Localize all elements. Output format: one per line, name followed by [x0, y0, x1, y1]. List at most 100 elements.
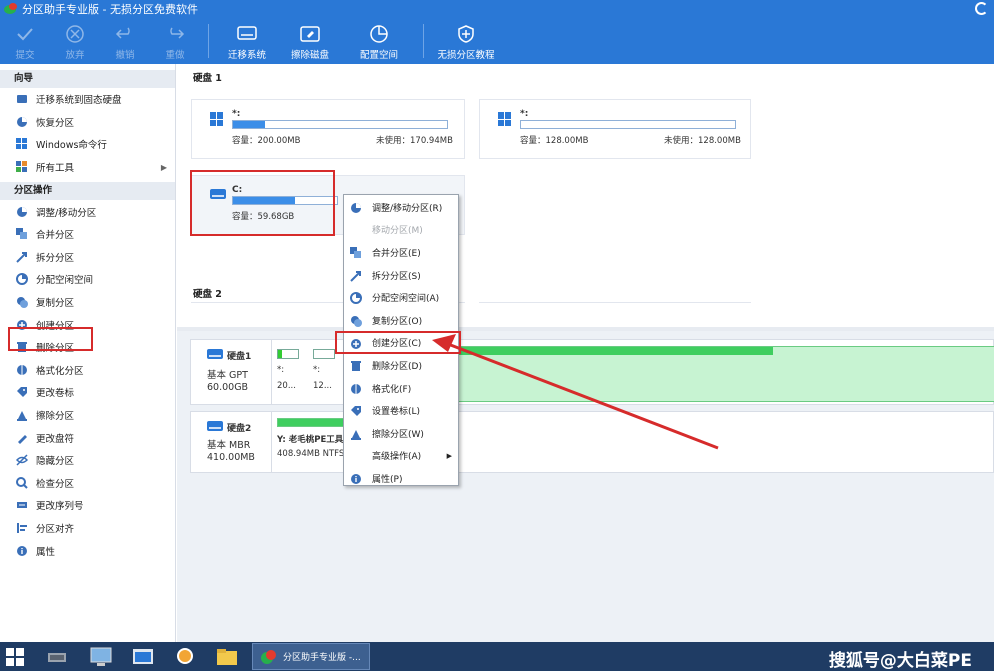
tutorial-icon [455, 24, 477, 44]
check-partition-icon [16, 476, 28, 489]
submit-button[interactable]: 提交 [0, 18, 50, 64]
drive-letter: *: [232, 109, 241, 119]
menu-item-item-11[interactable]: 高级操作(A) ▶ [344, 445, 458, 468]
sidebar-item-info[interactable]: 属性 [0, 539, 175, 562]
sidebar-item-label: 分配空闲空间 [36, 275, 94, 287]
menu-item-label: 合并分区(E) [372, 248, 421, 259]
segment-bar [277, 349, 299, 359]
discard-button[interactable]: 放弃 [50, 18, 100, 64]
sidebar-item-label: 擦除分区 [36, 411, 75, 423]
allocate-space-icon [368, 24, 390, 44]
sidebar-item-serial[interactable]: 更改序列号 [0, 494, 175, 517]
folder-icon[interactable] [214, 645, 240, 669]
menu-item-label: 擦除分区(W) [372, 429, 424, 440]
menu-item-split[interactable]: 拆分分区(S) [344, 264, 458, 287]
sidebar-item-label[interactable]: 更改卷标 [0, 381, 175, 404]
menu-item-copy-partition[interactable]: 复制分区(O) [344, 309, 458, 332]
menu-item-label: 属性(P) [372, 474, 403, 485]
toolbar-separator [423, 24, 424, 58]
migrate-os-label: 迁移系统 [227, 50, 266, 61]
divider [271, 340, 272, 404]
menu-item-label: 拆分分区(S) [372, 271, 421, 282]
sidebar: 向导 迁移系统到固态硬盘 恢复分区 Windows命令行 所有工具 ▶ 分区操作… [0, 64, 176, 642]
disk-row[interactable]: 硬盘2 基本 MBR 410.00MB Y: 老毛桃PE工具 408.94MB … [190, 411, 994, 473]
sidebar-item-format[interactable]: 格式化分区 [0, 359, 175, 382]
menu-item-label[interactable]: 设置卷标(L) [344, 399, 458, 422]
split-icon [16, 251, 28, 263]
wipe-disk-button[interactable]: 擦除磁盘 [277, 18, 343, 64]
hard-drive-icon [207, 349, 223, 359]
chip-app-icon[interactable] [44, 645, 70, 669]
segment-size: 12... [313, 381, 332, 391]
partition-ops-list: 调整/移动分区 合并分区 拆分分区 分配空闲空间 复制分区 创建分区 删除分区 格式化分区 更改… [0, 200, 175, 562]
partition-card[interactable]: *: 容量：200.00MB 未使用：170.94MB [191, 99, 465, 159]
disk-row[interactable]: 硬盘1 基本 GPT 60.00GB *: 20... *: 12... [190, 339, 994, 405]
sidebar-item-hide[interactable]: 隐藏分区 [0, 449, 175, 472]
sidebar-item-label: 隐藏分区 [36, 456, 75, 468]
sidebar-item-copy-partition[interactable]: 复制分区 [0, 291, 175, 314]
partition-card-partial [479, 302, 751, 316]
sidebar-item-split[interactable]: 拆分分区 [0, 246, 175, 269]
sidebar-item-all-tools[interactable]: 所有工具 ▶ [0, 156, 175, 179]
align-icon [16, 522, 28, 534]
sidebar-item-label: 恢复分区 [36, 117, 75, 129]
copy-partition-icon [16, 296, 28, 309]
redo-button[interactable]: 重做 [150, 18, 200, 64]
sidebar-item-label: 更改序列号 [36, 501, 84, 513]
terminal-icon[interactable] [130, 645, 156, 669]
sidebar-item-resize-move[interactable]: 调整/移动分区 [0, 200, 175, 223]
partition-card[interactable]: *: 容量：128.00MB 未使用：128.00MB [479, 99, 751, 159]
menu-item-format[interactable]: 格式化(F) [344, 377, 458, 400]
disk-name: 硬盘2 [227, 424, 252, 434]
drive-letter: *: [520, 109, 529, 119]
sidebar-item-merge[interactable]: 合并分区 [0, 223, 175, 246]
sidebar-item-label: 更改盘符 [36, 433, 75, 445]
partition-info: 408.94MB NTFS [277, 449, 345, 459]
toolbar-separator [208, 24, 209, 58]
format-icon [350, 383, 361, 394]
sidebar-item-recover[interactable]: 恢复分区 [0, 111, 175, 134]
undo-icon [114, 24, 136, 44]
window-title: 分区助手专业版 - 无损分区免费软件 [22, 3, 198, 16]
start-button[interactable] [6, 648, 24, 666]
sidebar-item-drive-letter[interactable]: 更改盘符 [0, 426, 175, 449]
windows-icon [210, 112, 224, 126]
info-icon [350, 473, 361, 485]
search-tool-icon[interactable] [172, 645, 198, 669]
menu-item-delete-partition[interactable]: 删除分区(D) [344, 354, 458, 377]
hard-drive-icon [207, 421, 223, 431]
refresh-icon[interactable] [975, 2, 988, 15]
undo-button[interactable]: 撤销 [100, 18, 150, 64]
free-space-text: 未使用：170.94MB [376, 136, 453, 146]
sidebar-item-check-partition[interactable]: 检查分区 [0, 472, 175, 495]
partition-assistant-icon [259, 649, 277, 665]
menu-item-label: 移动分区(M) [372, 226, 423, 237]
menu-item-item-1[interactable]: 移动分区(M) [344, 219, 458, 242]
menu-item-info[interactable]: 属性(P) [344, 467, 458, 490]
segment-label: *: [313, 365, 321, 375]
allocate-space-label: 配置空间 [359, 50, 398, 61]
tutorial-button[interactable]: 无损分区教程 [432, 18, 500, 64]
sidebar-item-allocate-free[interactable]: 分配空闲空间 [0, 268, 175, 291]
taskbar-active-app[interactable]: 分区助手专业版 -... [252, 643, 370, 670]
highlight-box-create-partition [8, 327, 93, 351]
sidebar-item-label: 迁移系统到固态硬盘 [36, 95, 122, 107]
menu-item-resize-move[interactable]: 调整/移动分区(R) [344, 196, 458, 219]
migrate-os-icon [236, 24, 258, 44]
allocate-space-button[interactable]: 配置空间 [343, 18, 415, 64]
usage-bar [232, 120, 448, 129]
computer-icon[interactable] [88, 645, 114, 669]
split-icon [350, 270, 361, 282]
menu-item-allocate-free[interactable]: 分配空闲空间(A) [344, 286, 458, 309]
menu-item-merge[interactable]: 合并分区(E) [344, 241, 458, 264]
partition-ops-header: 分区操作 [0, 182, 175, 201]
sidebar-item-migrate-ssd[interactable]: 迁移系统到固态硬盘 [0, 88, 175, 111]
menu-item-wipe-partition[interactable]: 擦除分区(W) [344, 422, 458, 445]
disk-size: 60.00GB [207, 382, 249, 393]
sidebar-item-align[interactable]: 分区对齐 [0, 517, 175, 540]
sidebar-item-wipe-partition[interactable]: 擦除分区 [0, 404, 175, 427]
sidebar-item-windows-cmd[interactable]: Windows命令行 [0, 133, 175, 156]
main-panel: 硬盘 1 *: 容量：200.00MB 未使用：170.94MB *: 容量：1… [177, 64, 994, 642]
disk2-heading: 硬盘 2 [193, 289, 222, 300]
migrate-os-button[interactable]: 迁移系统 [217, 18, 277, 64]
